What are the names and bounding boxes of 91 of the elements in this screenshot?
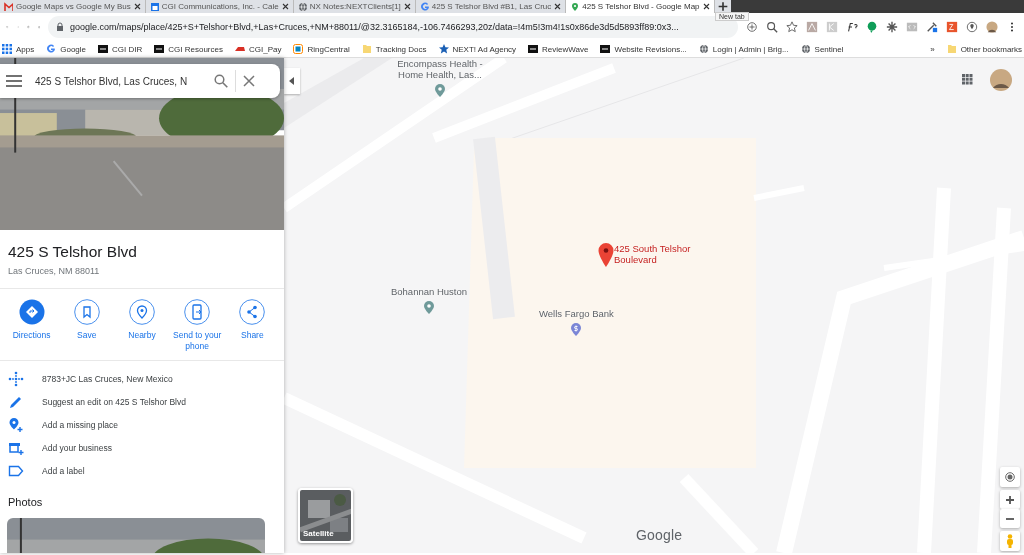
map-label[interactable]: 425 South Telshor Boulevard — [614, 243, 704, 265]
info-text[interactable]: Add your business — [42, 442, 112, 453]
directions-icon — [18, 299, 45, 325]
satellite-toggle[interactable]: Satellite — [298, 488, 353, 543]
caret-icon — [289, 77, 295, 85]
search-icon[interactable] — [214, 74, 228, 88]
info-text[interactable]: Add a label — [42, 465, 85, 476]
map-pin-icon[interactable] — [966, 21, 978, 33]
info-text[interactable]: Suggest an edit on 425 S Telshor Blvd — [42, 396, 186, 407]
zoom-in-button[interactable] — [1000, 490, 1020, 509]
folder-icon — [361, 44, 372, 54]
map-label[interactable]: Bohannan Huston — [384, 286, 474, 297]
action-button[interactable]: Share — [226, 299, 279, 353]
bookmark-icon — [293, 44, 304, 54]
plus-icon — [1005, 494, 1015, 505]
close-icon[interactable] — [133, 3, 141, 10]
zoom-icon[interactable] — [766, 21, 778, 33]
star-icon — [438, 44, 449, 54]
eyedropper-icon[interactable] — [926, 21, 938, 33]
google-icon — [419, 2, 429, 11]
folder-icon — [946, 44, 957, 54]
bookmark[interactable]: RingCentral — [293, 44, 350, 54]
bookmark-icon — [234, 44, 245, 54]
bookmark[interactable]: Tracking Docs — [361, 44, 427, 54]
bookmark-icon — [73, 299, 100, 325]
map-label[interactable]: Wells Fargo Bank — [539, 308, 614, 319]
bookmark[interactable]: CGI_Pay — [234, 44, 282, 54]
map-pin-icon — [570, 2, 580, 11]
action-button[interactable]: Save — [60, 299, 113, 353]
bookmark[interactable]: Login | Admin | Brig... — [698, 44, 789, 54]
place-marker-icon[interactable] — [433, 83, 447, 97]
plus-code-icon — [8, 370, 24, 387]
apps-icon — [2, 44, 12, 54]
mail-icon — [4, 2, 13, 11]
apps-icon[interactable] — [962, 74, 976, 88]
share-icon — [239, 299, 266, 325]
location-pin-icon[interactable] — [598, 243, 614, 267]
browser-tab[interactable]: 425 S Telshor Blvd - Google Map — [566, 0, 715, 13]
bookmark-icon — [528, 44, 539, 54]
more-bookmarks-button[interactable]: » — [930, 44, 935, 54]
bookmark-icon — [98, 44, 109, 54]
bookmark-icon — [154, 44, 165, 54]
pegman-icon — [1006, 534, 1014, 548]
avatar[interactable] — [990, 69, 1012, 91]
phone-icon — [184, 299, 211, 325]
close-icon[interactable] — [281, 3, 289, 10]
search-box[interactable]: 425 S Telshor Blvd, Las Cruces, N — [0, 64, 280, 98]
calendar-icon — [149, 2, 159, 11]
place-address: Las Cruces, NM 88011 — [8, 266, 101, 276]
bookmark-icon — [600, 44, 611, 54]
bookmark[interactable]: CGI Resources — [154, 44, 223, 54]
bookmark[interactable]: NEXT! Ad Agency — [438, 44, 517, 54]
info-text[interactable]: 8783+JC Las Cruces, New Mexico — [42, 373, 173, 384]
nearby-icon — [128, 299, 155, 325]
menu-icon[interactable] — [6, 75, 22, 87]
section-heading: Photos — [8, 496, 44, 509]
add-place-icon — [8, 416, 24, 433]
location-icon — [1005, 472, 1015, 482]
close-icon[interactable] — [403, 3, 411, 10]
asterisk-icon[interactable] — [886, 21, 898, 33]
google-logo: Google — [636, 527, 683, 543]
action-button[interactable]: Nearby — [115, 299, 168, 353]
star-icon[interactable] — [786, 21, 798, 33]
avatar-icon[interactable] — [986, 21, 998, 33]
my-location-button[interactable] — [1000, 467, 1020, 487]
chat-bubble-icon[interactable] — [866, 21, 878, 33]
action-button[interactable]: Send to your phone — [171, 299, 224, 353]
bookmark[interactable]: Sentinel — [800, 44, 844, 54]
google-icon — [46, 44, 57, 54]
place-title: 425 S Telshor Blvd — [8, 243, 138, 261]
zoom-out-button[interactable] — [1000, 509, 1020, 528]
collapse-button[interactable] — [284, 68, 300, 94]
close-icon[interactable] — [554, 3, 562, 10]
map-label[interactable]: Encompass Health - Home Health, Las... — [395, 58, 485, 80]
bank-marker-icon[interactable] — [569, 322, 584, 336]
globe-icon — [698, 44, 709, 54]
extension-icon[interactable] — [846, 21, 858, 33]
bookmark[interactable]: CGI DIR — [98, 44, 143, 54]
globe-icon — [297, 2, 307, 11]
action-button[interactable]: Directions — [5, 299, 58, 353]
bookmark[interactable]: Apps — [2, 44, 35, 54]
plus-circle-icon[interactable] — [746, 21, 758, 33]
bookmark[interactable]: Website Revisions... — [600, 44, 687, 54]
place-marker-icon[interactable] — [422, 300, 436, 314]
bookmark[interactable]: ReviewWave — [528, 44, 589, 54]
bookmark[interactable]: Google — [46, 44, 87, 54]
close-icon[interactable] — [702, 3, 710, 10]
info-text[interactable]: Add a missing place — [42, 419, 119, 430]
globe-icon — [800, 44, 811, 54]
bookmark[interactable]: Other bookmarks — [946, 44, 1022, 54]
lock-icon — [56, 22, 64, 32]
